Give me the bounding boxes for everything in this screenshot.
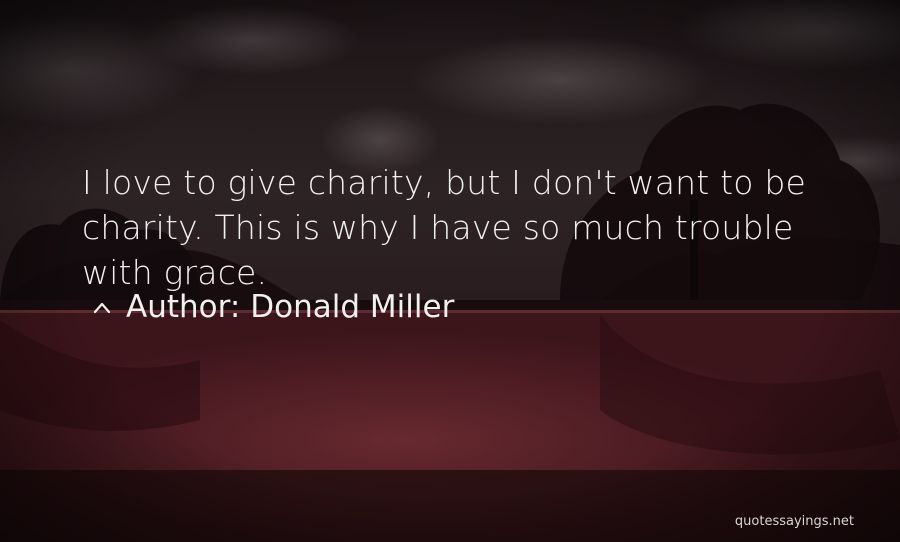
quote-image: I love to give charity, but I don't want… — [0, 0, 900, 542]
author-line: Author: Donald Miller — [92, 285, 454, 330]
author-name: Donald Miller — [250, 289, 455, 325]
author-prefix: Author: — [126, 289, 241, 325]
quote-text: I love to give charity, but I don't want… — [82, 163, 806, 292]
chevron-up-icon — [93, 302, 111, 313]
site-credit: quotessayings.net — [734, 514, 854, 529]
